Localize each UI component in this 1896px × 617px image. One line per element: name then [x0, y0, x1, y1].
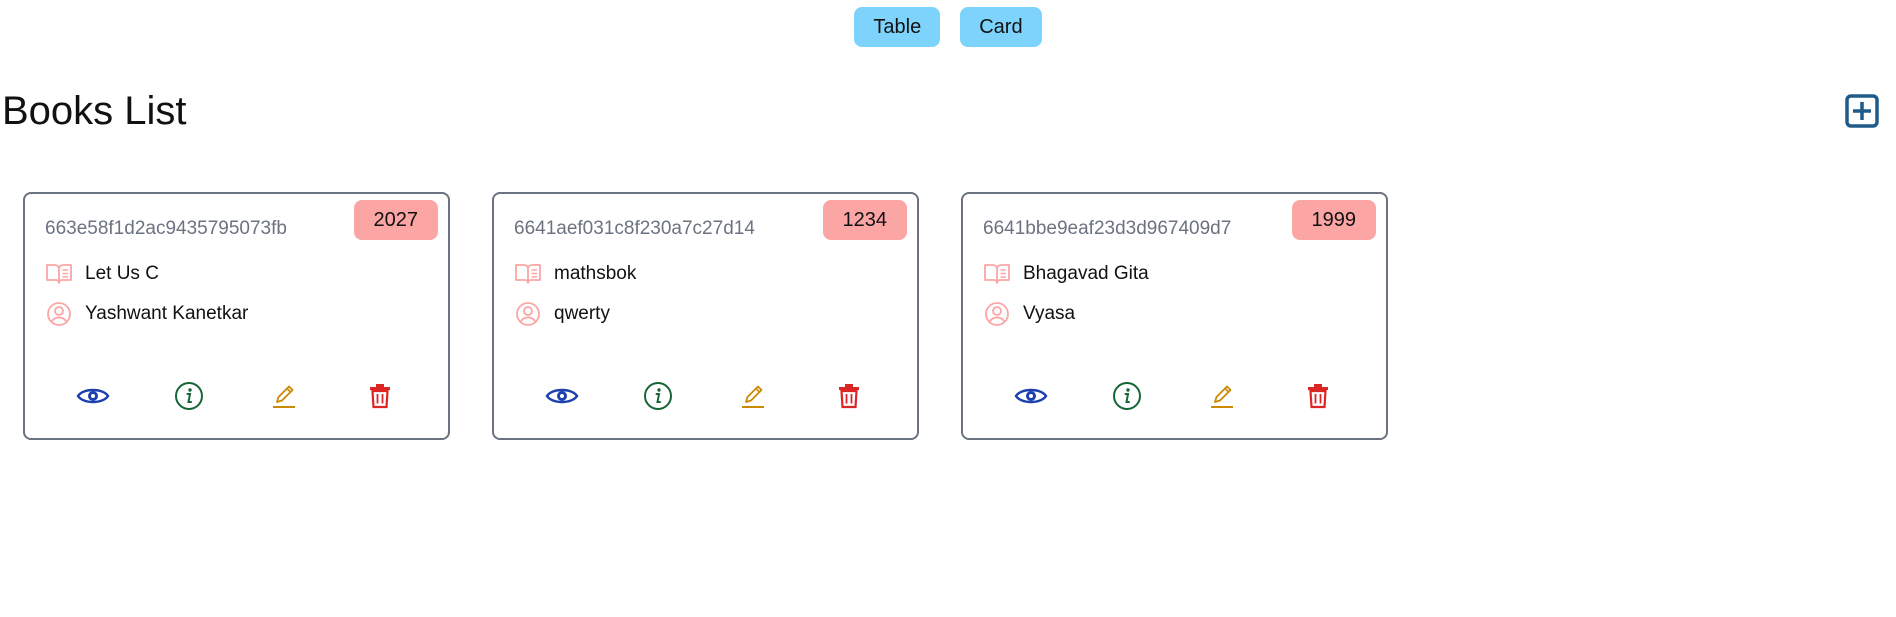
title-row: Let Us C	[45, 260, 159, 288]
author-row: Yashwant Kanetkar	[45, 300, 248, 328]
info-button[interactable]	[169, 376, 209, 416]
book-cards: 2027 663e58f1d2ac9435795073fb Let Us C Y…	[23, 192, 1388, 440]
card-actions	[494, 376, 917, 416]
trash-icon	[370, 384, 391, 409]
plus-square-icon	[1845, 94, 1879, 128]
page-title: Books List	[2, 88, 187, 133]
year-badge: 1999	[1291, 200, 1376, 240]
book-author: Vyasa	[1023, 303, 1076, 324]
book-open-icon	[45, 260, 73, 288]
book-id: 663e58f1d2ac9435795073fb	[45, 218, 287, 239]
edit-button[interactable]	[264, 376, 304, 416]
delete-button[interactable]	[829, 376, 869, 416]
view-button[interactable]	[542, 376, 582, 416]
author-row: qwerty	[514, 300, 610, 328]
edit-button[interactable]	[733, 376, 773, 416]
table-view-button[interactable]: Table	[854, 7, 941, 47]
book-title: Let Us C	[85, 263, 159, 284]
book-open-icon	[983, 260, 1011, 288]
info-circle-icon	[643, 382, 672, 410]
pencil-icon	[1211, 385, 1234, 408]
book-card: 1999 6641bbe9eaf23d3d967409d7 Bhagavad G…	[961, 192, 1388, 440]
card-actions	[25, 376, 448, 416]
info-button[interactable]	[1107, 376, 1147, 416]
card-view-button[interactable]: Card	[960, 7, 1042, 47]
card-actions	[963, 376, 1386, 416]
title-row: Bhagavad Gita	[983, 260, 1149, 288]
user-circle-icon	[514, 300, 542, 328]
pencil-icon	[742, 385, 765, 408]
info-circle-icon	[174, 382, 203, 410]
user-circle-icon	[983, 300, 1011, 328]
view-button[interactable]	[1011, 376, 1051, 416]
eye-icon	[1014, 388, 1048, 404]
add-book-button[interactable]	[1842, 91, 1882, 131]
delete-button[interactable]	[360, 376, 400, 416]
eye-icon	[545, 388, 579, 404]
eye-icon	[76, 388, 110, 404]
year-badge: 2027	[353, 200, 438, 240]
view-button[interactable]	[73, 376, 113, 416]
book-title: mathsbok	[554, 263, 637, 284]
book-card: 2027 663e58f1d2ac9435795073fb Let Us C Y…	[23, 192, 450, 440]
info-circle-icon	[1112, 382, 1141, 410]
edit-button[interactable]	[1202, 376, 1242, 416]
author-row: Vyasa	[983, 300, 1075, 328]
page-header: Books List	[2, 88, 1882, 134]
view-toggle: Table Card	[0, 7, 1896, 47]
book-author: Yashwant Kanetkar	[85, 303, 249, 324]
trash-icon	[1308, 384, 1329, 409]
delete-button[interactable]	[1298, 376, 1338, 416]
title-row: mathsbok	[514, 260, 636, 288]
year-badge: 1234	[822, 200, 907, 240]
book-author: qwerty	[554, 303, 610, 324]
user-circle-icon	[45, 300, 73, 328]
book-id: 6641bbe9eaf23d3d967409d7	[983, 218, 1232, 239]
pencil-icon	[273, 385, 296, 408]
book-title: Bhagavad Gita	[1023, 263, 1149, 284]
trash-icon	[839, 384, 860, 409]
book-open-icon	[514, 260, 542, 288]
info-button[interactable]	[638, 376, 678, 416]
book-card: 1234 6641aef031c8f230a7c27d14 mathsbok q…	[492, 192, 919, 440]
book-id: 6641aef031c8f230a7c27d14	[514, 218, 755, 239]
